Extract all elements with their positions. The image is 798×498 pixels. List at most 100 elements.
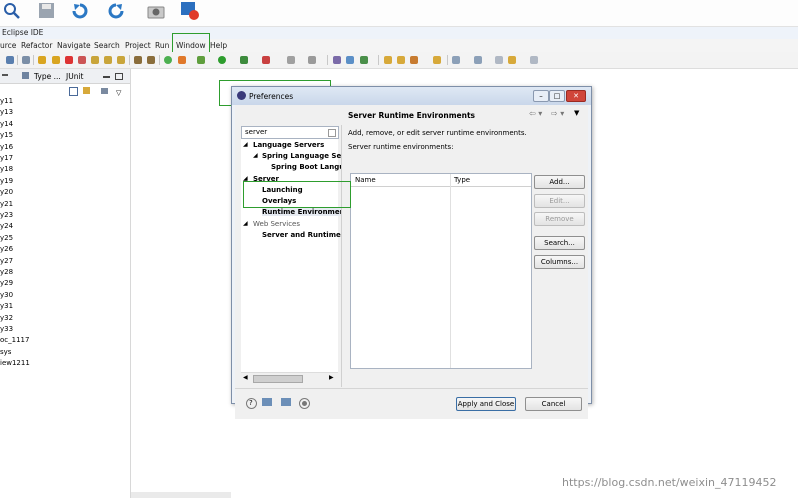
tab-type-hierarchy[interactable]: Type ... [34,72,61,81]
link-icon[interactable] [22,72,29,79]
clear-filter-icon[interactable] [328,129,336,137]
project-item[interactable]: y27 [0,257,13,265]
build-all-icon[interactable] [147,56,155,64]
menu-navigate[interactable]: Navigate [57,41,91,50]
import-icon[interactable] [262,398,272,406]
disconnect-icon[interactable] [78,56,86,64]
collapse-arrow-icon[interactable]: ◢ [243,220,248,227]
help-icon[interactable]: ? [246,398,257,409]
project-item[interactable]: sys [0,348,11,356]
project-item[interactable]: y29 [0,279,13,287]
scroll-right-icon[interactable]: ▶ [329,374,334,381]
project-item[interactable]: y28 [0,268,13,276]
project-item[interactable]: y32 [0,314,13,322]
tree-server-and-runtime[interactable]: Server and Runtime [262,231,341,239]
project-item[interactable]: y15 [0,131,13,139]
minimize-icon[interactable] [2,74,8,76]
tree-spring-boot[interactable]: Spring Boot Langu [271,163,344,171]
suspend-icon[interactable] [52,56,60,64]
link-editor-icon[interactable] [83,87,90,94]
minimize-view-icon[interactable] [103,76,110,78]
build-icon[interactable] [134,56,142,64]
back-nav-icon[interactable]: ⇦ ▾ [529,109,542,118]
remove-button[interactable]: Remove [534,212,585,226]
scroll-thumb[interactable] [253,375,303,383]
collapse-arrow-icon[interactable]: ◢ [243,141,248,148]
search-tool-icon[interactable] [433,56,441,64]
search-icon[interactable] [2,1,22,21]
menu-search[interactable]: Search [94,41,120,50]
minimize-window-icon[interactable]: – [533,90,549,102]
resume-icon[interactable] [38,56,46,64]
column-type[interactable]: Type [454,176,470,184]
spring-icon[interactable] [164,56,172,64]
new-package-icon[interactable] [333,56,341,64]
project-item[interactable]: y23 [0,211,13,219]
menu-run[interactable]: Run [155,41,169,50]
menu-source[interactable]: urce [0,41,16,50]
next-annotation-icon[interactable] [474,56,482,64]
project-item[interactable]: y18 [0,165,13,173]
scroll-left-icon[interactable]: ◀ [243,374,248,381]
project-item[interactable]: y20 [0,188,13,196]
project-item[interactable]: y17 [0,154,13,162]
cancel-button[interactable]: Cancel [525,397,582,411]
project-item[interactable]: oc_1117 [0,336,29,344]
tree-runtime-environments[interactable]: Runtime Environments [262,208,353,216]
apply-and-close-button[interactable]: Apply and Close [456,397,516,411]
forward-nav-icon[interactable]: ⇨ ▾ [551,109,564,118]
run-icon[interactable] [218,56,226,64]
tree-horizontal-scrollbar[interactable]: ◀ ▶ [241,372,338,383]
save-icon[interactable] [37,1,57,21]
filter-icon[interactable] [101,88,108,94]
project-item[interactable]: y24 [0,222,13,230]
project-item[interactable]: iew1211 [0,359,30,367]
collapse-arrow-icon[interactable]: ◢ [253,152,258,159]
project-item[interactable]: y33 [0,325,13,333]
maximize-window-icon[interactable]: □ [549,90,565,102]
project-item[interactable]: y26 [0,245,13,253]
step-return-icon[interactable] [117,56,125,64]
project-item[interactable]: y21 [0,200,13,208]
open-type-icon[interactable] [384,56,392,64]
project-item[interactable]: y14 [0,120,13,128]
view-menu-icon[interactable]: ▽ [116,89,121,97]
pen-icon[interactable] [410,56,418,64]
coverage-icon[interactable] [240,56,248,64]
step-into-icon[interactable] [91,56,99,64]
project-item[interactable]: y16 [0,143,13,151]
edit-button[interactable]: Edit... [534,194,585,208]
menu-project[interactable]: Project [125,41,151,50]
terminate-icon[interactable] [65,56,73,64]
project-item[interactable]: y19 [0,177,13,185]
maximize-view-icon[interactable] [115,73,123,80]
debug-icon[interactable] [197,56,205,64]
new-class-icon[interactable] [346,56,354,64]
stop-server-icon[interactable] [287,56,295,64]
export-icon[interactable] [281,398,291,406]
annotation-icon[interactable] [452,56,460,64]
search-button[interactable]: Search... [534,236,585,250]
runtime-table[interactable]: Name Type [350,173,532,369]
skip-icon[interactable] [22,56,30,64]
external-tools-icon[interactable] [262,56,270,64]
new-wizard-icon[interactable] [360,56,368,64]
tree-language-servers[interactable]: Language Servers [253,141,324,149]
undo-icon[interactable] [70,1,90,21]
record-settings-icon[interactable] [299,398,310,409]
camera-icon[interactable] [146,1,166,21]
project-item[interactable]: y11 [0,97,13,105]
menu-refactor[interactable]: Refactor [21,41,52,50]
project-item[interactable]: y13 [0,108,13,116]
new-icon[interactable] [6,56,14,64]
tab-junit[interactable]: JUnit [66,72,83,81]
filter-input[interactable]: server [241,126,339,139]
close-window-icon[interactable]: ✕ [566,90,586,102]
project-item[interactable]: y31 [0,302,13,310]
last-edit-icon[interactable] [495,56,503,64]
forward-icon[interactable] [530,56,538,64]
restart-icon[interactable] [178,56,186,64]
collapse-all-icon[interactable] [69,87,78,96]
record-icon[interactable] [180,1,200,21]
open-folder-icon[interactable] [397,56,405,64]
